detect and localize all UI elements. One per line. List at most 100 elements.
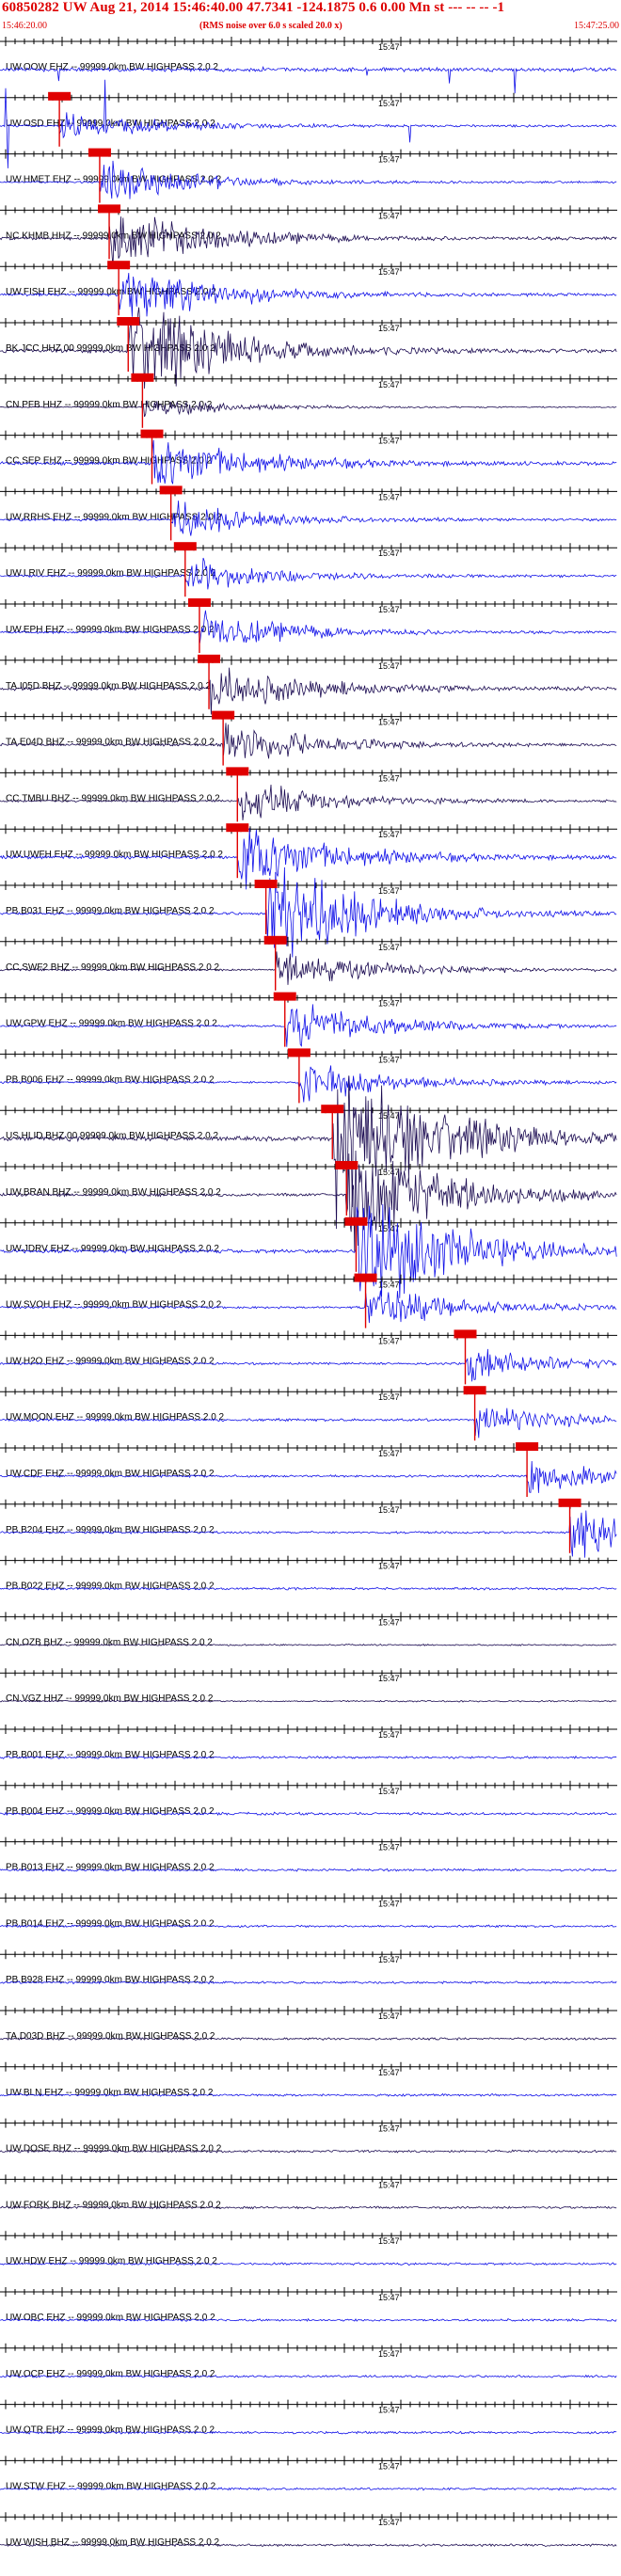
trace-row: 15:47 UW.DOSE BHZ -- 99999.0km BW HIGHPAS… <box>0 2118 617 2155</box>
time-tick-label: 15:47 <box>378 2124 400 2134</box>
station-label: UW.GPW EHZ -- 99999.0km BW HIGHPASS 2.0 … <box>6 1019 217 1029</box>
station-label: PB.B022 EHZ -- 99999.0km BW HIGHPASS 2.0… <box>6 1582 215 1592</box>
time-tick-label: 15:47 <box>378 1392 400 1402</box>
station-label: UW.CDF EHZ -- 99999.0km BW HIGHPASS 2.0 … <box>6 1469 215 1479</box>
trace-row: 15:47 UW.OTR EHZ -- 99999.0km BW HIGHPASS… <box>0 2399 617 2436</box>
time-tick-label: 15:47 <box>378 2406 400 2415</box>
waveform <box>0 867 617 958</box>
station-label: UW.H2O EHZ -- 99999.0km BW HIGHPASS 2.0 … <box>6 1356 215 1366</box>
station-label: UW.OTR EHZ -- 99999.0km BW HIGHPASS 2.0 … <box>6 2425 215 2436</box>
time-tick-label: 15:47 <box>378 1674 400 1683</box>
trace-row: 15:47UW.HDW EHZ -- 99999.0km BW HIGHPASS… <box>0 2231 617 2266</box>
station-label: PB.B006 EHZ -- 99999.0km BW HIGHPASS 2.0… <box>6 1074 215 1085</box>
station-label: UW.BRAN BHZ -- 99999.0km BW HIGHPASS 2.0… <box>6 1187 221 1198</box>
time-tick-label: 15:47 <box>378 2180 400 2189</box>
time-tick-label: 15:47 <box>378 380 400 390</box>
pick-flag <box>344 1216 368 1226</box>
trace-row: 15:47 PB.B001 EHZ -- 99999.0km BW HIGHPAS… <box>0 1725 617 1760</box>
time-tick-label: 15:47 <box>378 42 400 52</box>
station-label: UW.WISH BHZ -- 99999.0km BW HIGHPASS 2.0… <box>6 2537 220 2548</box>
time-tick-label: 15:47 <box>378 155 400 165</box>
trace-row: 15:47UW.LRIV EHZ -- 99999.0km BW HIGHPAS… <box>0 542 617 597</box>
trace-row: 15:47UW.HMET EHZ -- 99999.0km BW HIGHPAS… <box>0 148 617 203</box>
time-tick-label: 15:47 <box>378 211 400 220</box>
trace-row: 15:47 CN.PFB HHZ -- 99999.0km BW HIGHPASS… <box>0 373 617 428</box>
time-tick-label: 15:47 <box>378 2518 400 2527</box>
time-tick-label: 15:47 <box>378 324 400 333</box>
pick-flag <box>226 823 249 833</box>
station-label: UW.STW EHZ -- 99999.0km BW HIGHPASS 2.0 … <box>6 2481 216 2491</box>
station-label: PB.B031 EHZ -- 99999.0km BW HIGHPASS 2.0… <box>6 906 215 916</box>
pick-flag <box>173 542 197 551</box>
station-label: CN.OZB BHZ -- 99999.0km BW HIGHPASS 2.0 … <box>6 1637 213 1647</box>
trace-row: 15:47PB.B004 EHZ -- 99999.0km BW HIGHPAS… <box>0 1780 617 1817</box>
station-label: UW.SVOH EHZ -- 99999.0km BW HIGHPASS 2.0… <box>6 1300 222 1311</box>
pick-flag <box>263 935 287 945</box>
trace-row: 15:47 PB.B031 EHZ -- 99999.0km BW HIGHPAS… <box>0 867 617 958</box>
pick-flag <box>354 1273 377 1282</box>
time-tick-label: 15:47 <box>378 1617 400 1627</box>
station-label: UW.OCP EHZ -- 99999.0km BW HIGHPASS 2.0 … <box>6 2369 215 2379</box>
pick-flag <box>98 204 121 214</box>
trace-row: 15:47 UW.OBC EHZ -- 99999.0km BW HIGHPASS… <box>0 2287 617 2323</box>
trace-row: 15:47 UW.H2O EHZ -- 99999.0km BW HIGHPASS… <box>0 1329 617 1385</box>
waveform <box>0 273 617 317</box>
station-label: CN.PFB HHZ -- 99999.0km BW HIGHPASS 2.0 … <box>6 400 213 410</box>
pick-flag <box>48 91 72 101</box>
trace-row: 15:47 UW.WISH BHZ -- 99999.0km BW HIGHPAS… <box>0 2512 617 2548</box>
pick-flag <box>187 598 211 607</box>
trace-row: 15:47 CN.OZB BHZ -- 99999.0km BW HIGHPASS… <box>0 1612 617 1647</box>
station-label: PB.B013 EHZ -- 99999.0km BW HIGHPASS 2.0… <box>6 1863 215 1873</box>
trace-row: 15:47US.HLID BHZ 00 99999.0km BW HIGHPAS… <box>0 1075 617 1230</box>
time-tick-label: 15:47 <box>378 1955 400 1964</box>
time-tick-label: 15:47 <box>378 1505 400 1515</box>
station-label: PB.B928 EHZ -- 99999.0km BW HIGHPASS 2.0… <box>6 1975 215 1985</box>
pick-flag <box>107 261 131 270</box>
trace-row: 15:47 UW.JDRV EHZ -- 99999.0km BW HIGHPAS… <box>0 1203 617 1298</box>
trace-row: 15:47 PB.B022 EHZ -- 99999.0km BW HIGHPAS… <box>0 1555 617 1592</box>
time-tick-label: 15:47 <box>378 1843 400 1852</box>
station-label: UW.OOW EHZ -- 99999.0km BW HIGHPASS 2.0 … <box>6 62 218 72</box>
time-tick-label: 15:47 <box>378 267 400 277</box>
seismogram-plot: 15:47 UW.OOW EHZ -- 99999.0km BW HIGHPASS… <box>0 37 617 2548</box>
waveform <box>0 216 617 268</box>
station-label: PB.B001 EHZ -- 99999.0km BW HIGHPASS 2.0… <box>6 1750 215 1760</box>
time-tick-label: 15:47 <box>378 437 400 446</box>
station-label: CN.VGZ HHZ -- 99999.0km BW HIGHPASS 2.0 … <box>6 1693 214 1704</box>
trace-row: 15:47 CC.TMBU BHZ -- 99999.0km BW HIGHPAS… <box>0 767 617 822</box>
station-label: UW.FISH EHZ -- 99999.0km BW HIGHPASS 2.0… <box>6 287 216 297</box>
waveform <box>0 1460 617 1493</box>
pick-flag <box>335 1161 358 1169</box>
trace-row: 15:47 UW.FORK BHZ -- 99999.0km BW HIGHPAS… <box>0 2174 617 2210</box>
pick-flag <box>88 148 111 157</box>
pick-flag <box>516 1442 539 1451</box>
station-label: CC.SWF2 BHZ -- 99999.0km BW HIGHPASS 2.0… <box>6 962 220 973</box>
station-label: UW.OBC EHZ -- 99999.0km BW HIGHPASS 2.0 … <box>6 2313 215 2323</box>
trace-row: 15:47 UW.OOW EHZ -- 99999.0km BW HIGHPASS… <box>0 37 617 94</box>
pick-flag <box>159 485 183 495</box>
time-tick-label: 15:47 <box>378 1449 400 1458</box>
trace-row: 15:47 TA.E04D BHZ -- 99999.0km BW HIGHPAS… <box>0 710 617 766</box>
time-tick-label: 15:47 <box>378 1899 400 1908</box>
station-label: CC.TMBU BHZ -- 99999.0km BW HIGHPASS 2.0… <box>6 793 220 803</box>
station-label: UW.FORK BHZ -- 99999.0km BW HIGHPASS 2.0… <box>6 2200 221 2210</box>
time-tick-label: 15:47 <box>378 2349 400 2359</box>
time-tick-label: 15:47 <box>378 2461 400 2471</box>
station-label: TA.D03D BHZ -- 99999.0km BW HIGHPASS 2.0… <box>6 2031 215 2042</box>
trace-row: 15:47NC.KHMB HHZ -- 99999.0km BW HIGHPAS… <box>0 204 617 268</box>
trace-row: 15:47BK.JCC HHZ 00 99999.0km BW HIGHPASS… <box>0 307 617 390</box>
trace-row: 15:47 CN.VGZ HHZ -- 99999.0km BW HIGHPASS… <box>0 1668 617 1704</box>
trace-row: 15:47 PB.B013 EHZ -- 99999.0km BW HIGHPAS… <box>0 1837 617 1873</box>
pick-flag <box>454 1329 477 1339</box>
trace-row: 15:47 PB.B014 EHZ -- 99999.0km BW HIGHPAS… <box>0 1893 617 1929</box>
trace-row: 15:47 TA.D03D BHZ -- 99999.0km BW HIGHPAS… <box>0 2006 617 2042</box>
time-tick-label: 15:47 <box>378 886 400 896</box>
time-tick-label: 15:47 <box>378 605 400 614</box>
pick-flag <box>287 1048 310 1057</box>
waveform <box>0 1075 617 1230</box>
trace-row: 15:47 CC.SWF2 BHZ -- 99999.0km BW HIGHPAS… <box>0 935 617 991</box>
time-tick-label: 15:47 <box>378 99 400 108</box>
time-tick-label: 15:47 <box>378 1730 400 1740</box>
pick-flag <box>198 654 221 663</box>
trace-row: 15:47 UW.RRHS EHZ -- 99999.0km BW HIGHPAS… <box>0 485 617 541</box>
